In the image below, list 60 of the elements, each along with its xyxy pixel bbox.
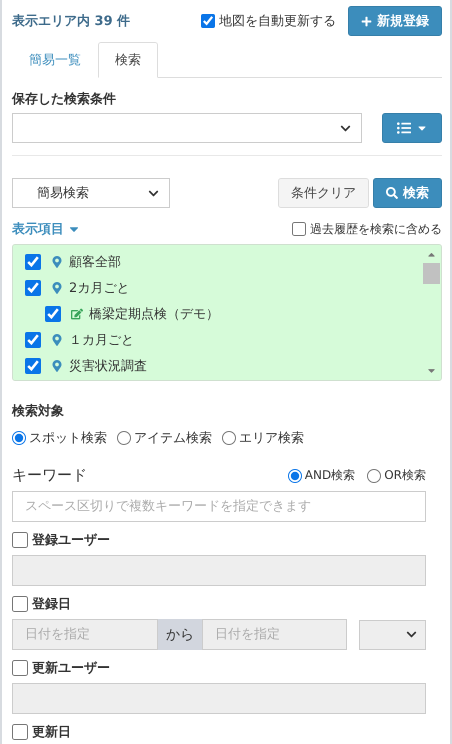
keyword-mode-radio[interactable] bbox=[288, 468, 302, 482]
search-mode-select[interactable]: 簡易検索 bbox=[12, 178, 170, 208]
select-value: 簡易検索 bbox=[37, 185, 89, 202]
chevron-down-icon bbox=[406, 629, 417, 640]
area-count: 表示エリア内 39 件 bbox=[12, 13, 132, 30]
search-icon bbox=[386, 187, 398, 199]
auto-update-checkbox[interactable] bbox=[201, 14, 215, 28]
map-pin-icon bbox=[51, 360, 63, 372]
date-to-input[interactable]: 日付を指定 bbox=[202, 619, 347, 650]
radio-label: アイテム検索 bbox=[134, 430, 212, 447]
item-label: 顧客全部 bbox=[69, 254, 121, 271]
filter-checkbox[interactable] bbox=[12, 532, 28, 548]
radio-label: AND検索 bbox=[304, 467, 356, 484]
keyword-input[interactable]: スペース区切りで複数キーワードを指定できます bbox=[12, 491, 426, 522]
item-checkbox[interactable] bbox=[45, 306, 61, 322]
checkbox-label: 地図を自動更新する bbox=[219, 13, 336, 30]
chevron-down-icon bbox=[148, 188, 159, 198]
checkbox-label: 更新日 bbox=[32, 724, 71, 741]
search-target-label: 検索対象 bbox=[12, 402, 65, 420]
list-icon bbox=[396, 121, 410, 135]
checkbox-label: 登録日 bbox=[32, 596, 71, 613]
search-button[interactable]: 検索 bbox=[373, 178, 442, 208]
chevron-down-icon bbox=[340, 122, 351, 134]
item-checkbox[interactable] bbox=[25, 280, 41, 296]
filter-checkbox[interactable] bbox=[12, 596, 28, 612]
target-radio[interactable] bbox=[222, 431, 236, 445]
edit-icon bbox=[71, 308, 83, 320]
new-button[interactable]: 新規登録 bbox=[348, 6, 442, 36]
item-label: 2カ月ごと bbox=[69, 280, 130, 297]
item-checkbox[interactable] bbox=[25, 332, 41, 348]
radio-label: エリア検索 bbox=[239, 430, 304, 447]
keyword-label: キーワード bbox=[12, 466, 88, 485]
range-separator: から bbox=[158, 619, 202, 650]
map-pin-icon bbox=[51, 282, 63, 294]
map-pin-icon bbox=[51, 256, 63, 268]
date-from-input[interactable]: 日付を指定 bbox=[12, 619, 158, 650]
item-checkbox[interactable] bbox=[25, 254, 41, 270]
history-checkbox[interactable] bbox=[292, 222, 306, 236]
list-menu-button[interactable] bbox=[382, 113, 442, 143]
target-radio[interactable] bbox=[117, 431, 131, 445]
radio-label: スポット検索 bbox=[29, 430, 107, 447]
radio-label: OR検索 bbox=[384, 467, 426, 484]
item-label: 災害状況調査 bbox=[69, 358, 147, 375]
item-label: 橋梁定期点検（デモ） bbox=[89, 306, 219, 323]
tab[interactable]: 検索 bbox=[98, 42, 158, 78]
checkbox-label: 登録ユーザー bbox=[32, 532, 110, 549]
target-radio[interactable] bbox=[12, 431, 26, 445]
filter-checkbox[interactable] bbox=[12, 660, 28, 676]
saved-search-label: 保存した検索条件 bbox=[12, 90, 117, 108]
filter-checkbox[interactable] bbox=[12, 724, 28, 740]
scrollbar-thumb[interactable] bbox=[422, 263, 440, 284]
clear-button[interactable]: 条件クリア bbox=[278, 178, 369, 208]
item-label: １カ月ごと bbox=[69, 332, 134, 349]
plus-icon bbox=[361, 16, 372, 26]
display-items-toggle[interactable]: 表示項目 bbox=[12, 220, 64, 238]
keyword-mode-radio[interactable] bbox=[367, 468, 382, 482]
map-pin-icon bbox=[51, 334, 63, 346]
checkbox-label: 更新ユーザー bbox=[32, 660, 110, 677]
item-checkbox[interactable] bbox=[25, 358, 41, 374]
checkbox-label: 過去履歴を検索に含める bbox=[310, 220, 442, 238]
